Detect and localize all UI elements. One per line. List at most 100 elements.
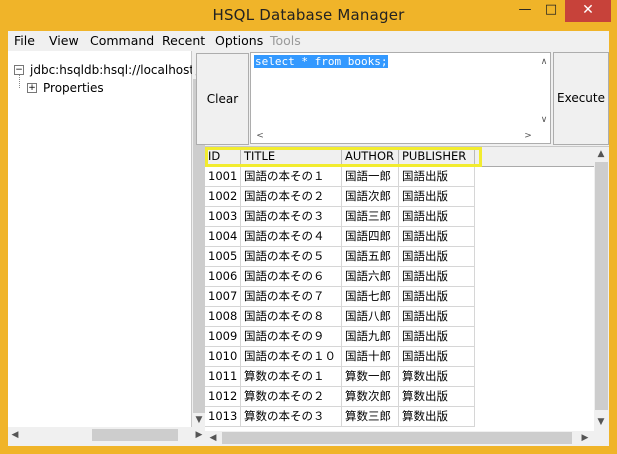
cell-author[interactable]: 国語四郎	[342, 227, 399, 246]
scroll-thumb[interactable]	[222, 432, 572, 444]
cell-publisher[interactable]: 国語出版	[399, 267, 475, 286]
cell-title[interactable]: 国語の本その９	[241, 327, 342, 346]
column-header-author[interactable]: AUTHOR	[342, 147, 399, 166]
scroll-down-icon[interactable]: ▼	[192, 413, 206, 427]
cell-author[interactable]: 算数三郎	[342, 407, 399, 426]
column-header-title[interactable]: TITLE	[241, 147, 342, 166]
table-row[interactable]: 1012 算数の本その２ 算数次郎 算数出版	[205, 387, 475, 407]
minimize-icon[interactable]: —	[512, 0, 538, 22]
close-icon[interactable]: ✕	[565, 0, 611, 22]
cell-author[interactable]: 国語次郎	[342, 187, 399, 206]
cell-id[interactable]: 1008	[205, 307, 241, 326]
cell-id[interactable]: 1004	[205, 227, 241, 246]
cell-title[interactable]: 国語の本その１	[241, 167, 342, 186]
cell-publisher[interactable]: 国語出版	[399, 327, 475, 346]
cell-author[interactable]: 算数次郎	[342, 387, 399, 406]
cell-publisher[interactable]: 国語出版	[399, 187, 475, 206]
tree-properties[interactable]: Properties	[43, 81, 104, 95]
cell-title[interactable]: 国語の本その６	[241, 267, 342, 286]
scroll-left-icon[interactable]: <	[253, 129, 267, 143]
cell-author[interactable]: 算数一郎	[342, 367, 399, 386]
cell-title[interactable]: 国語の本その５	[241, 247, 342, 266]
scroll-left-icon[interactable]: ◀	[8, 428, 22, 442]
scroll-right-icon[interactable]: >	[521, 129, 535, 143]
scroll-thumb[interactable]	[92, 429, 178, 441]
scroll-right-icon[interactable]: ▶	[578, 431, 592, 445]
execute-button[interactable]: Execute	[553, 52, 609, 145]
cell-publisher[interactable]: 国語出版	[399, 347, 475, 366]
cell-id[interactable]: 1005	[205, 247, 241, 266]
cell-id[interactable]: 1009	[205, 327, 241, 346]
cell-author[interactable]: 国語十郎	[342, 347, 399, 366]
cell-title[interactable]: 国語の本その４	[241, 227, 342, 246]
cell-author[interactable]: 国語六郎	[342, 267, 399, 286]
grid-horizontal-scrollbar[interactable]: ◀ ▶	[206, 431, 594, 445]
table-row[interactable]: 1001 国語の本その１ 国語一郎 国語出版	[205, 167, 475, 187]
cell-author[interactable]: 国語七郎	[342, 287, 399, 306]
result-grid[interactable]: ID TITLE AUTHOR PUBLISHER 1001 国語の本その１ 国語一…	[205, 146, 609, 431]
cell-id[interactable]: 1003	[205, 207, 241, 226]
title-bar[interactable]: HSQL Database Manager — □ ✕	[0, 0, 617, 32]
scroll-right-icon[interactable]: ▶	[192, 428, 206, 442]
cell-publisher[interactable]: 算数出版	[399, 387, 475, 406]
scroll-up-icon[interactable]: ∧	[537, 55, 551, 69]
cell-author[interactable]: 国語一郎	[342, 167, 399, 186]
cell-id[interactable]: 1002	[205, 187, 241, 206]
cell-title[interactable]: 算数の本その２	[241, 387, 342, 406]
menu-view[interactable]: View	[49, 33, 79, 48]
table-row[interactable]: 1008 国語の本その８ 国語八郎 国語出版	[205, 307, 475, 327]
cell-publisher[interactable]: 国語出版	[399, 167, 475, 186]
cell-id[interactable]: 1011	[205, 367, 241, 386]
grid-vertical-scrollbar[interactable]: ▲ ▼	[594, 147, 609, 431]
cell-title[interactable]: 国語の本その８	[241, 307, 342, 326]
collapse-icon[interactable]: −	[14, 65, 24, 75]
table-row[interactable]: 1011 算数の本その１ 算数一郎 算数出版	[205, 367, 475, 387]
scroll-left-icon[interactable]: ◀	[206, 431, 220, 445]
table-row[interactable]: 1003 国語の本その３ 国語三郎 国語出版	[205, 207, 475, 227]
menu-file[interactable]: File	[14, 33, 35, 48]
cell-author[interactable]: 国語五郎	[342, 247, 399, 266]
table-row[interactable]: 1006 国語の本その６ 国語六郎 国語出版	[205, 267, 475, 287]
cell-title[interactable]: 国語の本その３	[241, 207, 342, 226]
clear-button[interactable]: Clear	[196, 53, 249, 145]
sql-query-input[interactable]: select * from books; ∧ ∨ < >	[250, 52, 551, 144]
cell-author[interactable]: 国語八郎	[342, 307, 399, 326]
cell-publisher[interactable]: 国語出版	[399, 307, 475, 326]
column-header-publisher[interactable]: PUBLISHER	[399, 147, 475, 166]
table-row[interactable]: 1010 国語の本その１０ 国語十郎 国語出版	[205, 347, 475, 367]
table-row[interactable]: 1013 算数の本その３ 算数三郎 算数出版	[205, 407, 475, 427]
tree-horizontal-scrollbar[interactable]: ◀ ▶	[8, 427, 206, 443]
cell-publisher[interactable]: 国語出版	[399, 247, 475, 266]
tree-connection[interactable]: jdbc:hsqldb:hsql://localhost/	[30, 63, 198, 77]
query-text[interactable]: select * from books;	[254, 55, 389, 68]
table-row[interactable]: 1002 国語の本その２ 国語次郎 国語出版	[205, 187, 475, 207]
schema-tree[interactable]: − jdbc:hsqldb:hsql://localhost/ + Proper…	[8, 51, 198, 427]
cell-id[interactable]: 1013	[205, 407, 241, 426]
menu-recent[interactable]: Recent	[162, 33, 205, 48]
scroll-thumb[interactable]	[595, 162, 608, 410]
cell-title[interactable]: 国語の本その２	[241, 187, 342, 206]
scroll-up-icon[interactable]: ▲	[594, 147, 608, 161]
cell-author[interactable]: 国語九郎	[342, 327, 399, 346]
expand-icon[interactable]: +	[27, 83, 37, 93]
cell-id[interactable]: 1012	[205, 387, 241, 406]
table-row[interactable]: 1005 国語の本その５ 国語五郎 国語出版	[205, 247, 475, 267]
cell-publisher[interactable]: 算数出版	[399, 367, 475, 386]
cell-publisher[interactable]: 国語出版	[399, 207, 475, 226]
cell-title[interactable]: 算数の本その１	[241, 367, 342, 386]
cell-id[interactable]: 1007	[205, 287, 241, 306]
cell-title[interactable]: 算数の本その３	[241, 407, 342, 426]
cell-author[interactable]: 国語三郎	[342, 207, 399, 226]
cell-publisher[interactable]: 算数出版	[399, 407, 475, 426]
menu-command[interactable]: Command	[90, 33, 154, 48]
cell-id[interactable]: 1010	[205, 347, 241, 366]
cell-publisher[interactable]: 国語出版	[399, 227, 475, 246]
cell-id[interactable]: 1001	[205, 167, 241, 186]
cell-title[interactable]: 国語の本その７	[241, 287, 342, 306]
table-row[interactable]: 1004 国語の本その４ 国語四郎 国語出版	[205, 227, 475, 247]
maximize-icon[interactable]: □	[538, 0, 564, 22]
table-row[interactable]: 1007 国語の本その７ 国語七郎 国語出版	[205, 287, 475, 307]
table-row[interactable]: 1009 国語の本その９ 国語九郎 国語出版	[205, 327, 475, 347]
cell-publisher[interactable]: 国語出版	[399, 287, 475, 306]
scroll-down-icon[interactable]: ▼	[594, 415, 608, 429]
